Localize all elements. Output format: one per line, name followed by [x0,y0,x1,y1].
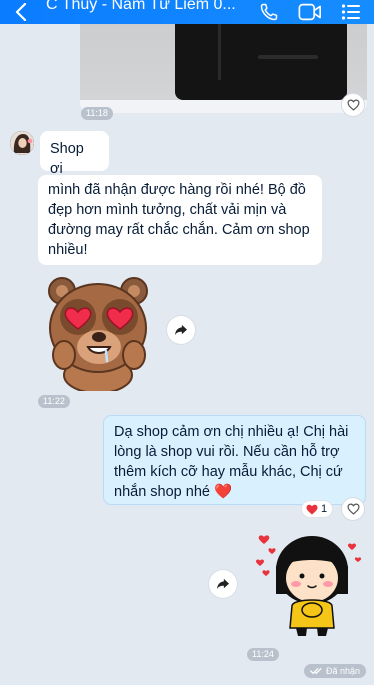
forward-button[interactable] [209,570,237,598]
heart-icon [306,504,318,514]
heart-outline-icon [346,503,360,515]
girl-with-hearts-sticker [255,535,362,636]
video-call-icon [298,3,321,21]
react-button[interactable] [341,93,365,117]
message-time: 11:18 [81,107,113,120]
forward-button[interactable] [167,316,195,344]
chat-title[interactable]: C Thủy - Nam Từ Liêm 0... [46,0,242,21]
message-text: mình đã nhận được hàng rồi nhé! Bộ đồ đẹ… [48,182,310,258]
message-bubble-outgoing[interactable]: Dạ shop cảm ơn chị nhiều ạ! Chị hài lòng… [103,415,366,505]
message-time: 11:22 [38,395,70,408]
message-time: 11:24 [247,648,279,661]
message-text: Shop ơi [50,141,84,177]
react-button[interactable] [341,497,365,521]
menu-icon [341,4,360,20]
avatar-image [10,131,34,155]
girl-sticker[interactable] [252,526,364,644]
double-check-icon [310,668,322,675]
reaction-count-badge[interactable]: 1 [301,500,334,518]
heart-outline-icon [346,99,360,111]
avatar[interactable] [10,131,34,155]
back-button[interactable] [8,0,34,24]
share-arrow-icon [217,578,229,590]
share-arrow-icon [175,324,187,336]
message-bubble[interactable]: mình đã nhận được hàng rồi nhé! Bộ đồ đẹ… [38,175,322,265]
call-button[interactable] [256,0,282,24]
reaction-count: 1 [321,503,328,515]
message-bubble[interactable]: Shop ơi [40,131,109,177]
bear-heart-eyes-sticker [48,277,148,394]
video-call-button[interactable] [296,0,324,24]
phone-icon [260,3,278,21]
message-text: Dạ shop cảm ơn chị nhiều ạ! Chị hài lòng… [114,424,349,500]
menu-button[interactable] [338,0,364,24]
chat-header: C Thủy - Nam Từ Liêm 0... [0,0,374,24]
bear-sticker[interactable] [44,273,152,394]
delivery-status: Đã nhận [303,664,366,678]
back-arrow-icon [15,3,27,21]
delivery-status-label: Đã nhận [325,666,360,676]
